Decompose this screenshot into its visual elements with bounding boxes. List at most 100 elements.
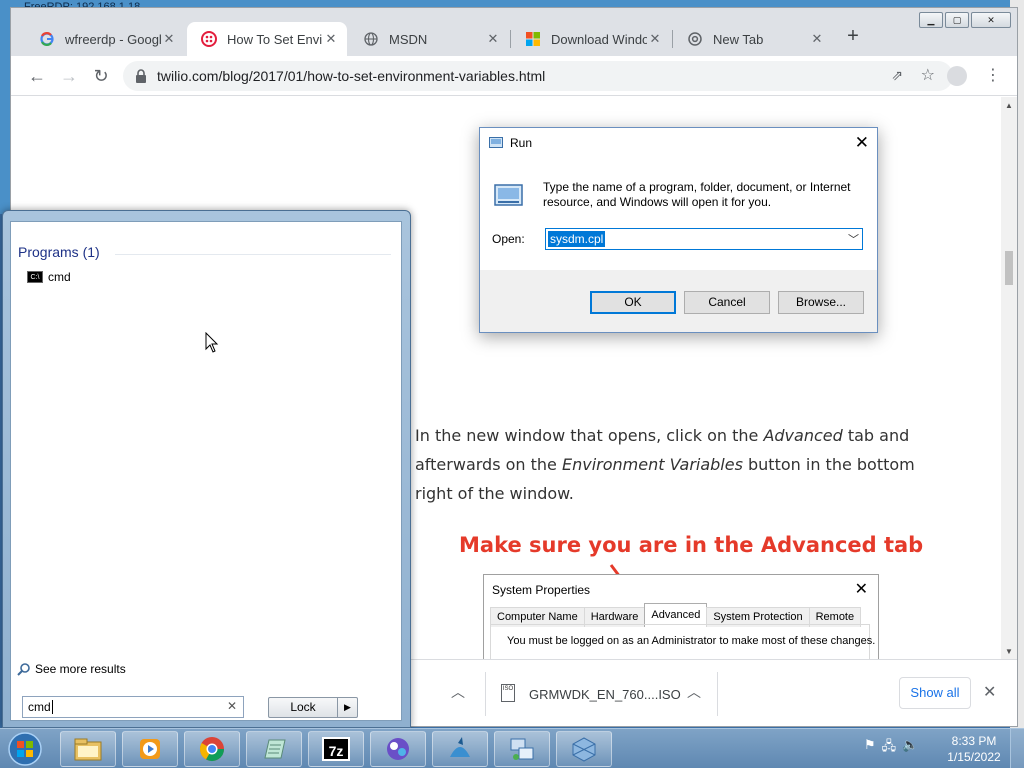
start-search-input[interactable]: cmd ✕ (22, 696, 244, 718)
mouse-cursor-icon (205, 332, 219, 353)
ok-button[interactable]: OK (590, 291, 676, 314)
show-all-button[interactable]: Show all (899, 677, 971, 709)
iso-file-icon: ISO (501, 684, 515, 702)
system-properties-screenshot: System Properties ✕ Computer Name Hardwa… (483, 574, 879, 659)
cancel-button[interactable]: Cancel (684, 291, 770, 314)
run-title: Run (510, 136, 533, 150)
emphasis-advanced: Advanced (763, 426, 843, 445)
7zip-icon[interactable]: 7z (308, 731, 364, 767)
divider (115, 254, 391, 255)
clock-date[interactable]: 1/15/2022 (944, 750, 1004, 764)
explorer-icon[interactable] (60, 731, 116, 767)
lock-icon (136, 69, 146, 83)
tab-msdn[interactable]: MSDN ✕ (349, 22, 509, 56)
network-tool-icon[interactable] (494, 731, 550, 767)
tab-label: MSDN (389, 31, 428, 47)
divider (485, 672, 486, 716)
tab-strip: wfreerdp - Google ✕ How To Set Enviro ✕ … (11, 8, 1017, 56)
search-icon (17, 663, 30, 676)
chevron-up-icon[interactable]: ︿ (687, 682, 701, 702)
browser-toolbar: ← → ↻ twilio.com/blog/2017/01/how-to-set… (11, 56, 1017, 96)
tab-label: How To Set Enviro (227, 31, 323, 47)
close-icon[interactable]: ✕ (485, 31, 501, 47)
close-icon[interactable]: ✕ (161, 31, 177, 47)
back-arrow-icon[interactable]: ← (25, 64, 49, 88)
tab-new-tab[interactable]: New Tab ✕ (673, 22, 833, 56)
system-properties-title: System Properties (492, 583, 591, 597)
microsoft-icon (525, 31, 541, 47)
download-file-name[interactable]: GRMWDK_EN_760....ISO (529, 687, 681, 702)
clear-icon[interactable]: ✕ (227, 699, 237, 713)
program-label: cmd (48, 270, 71, 284)
divider (717, 672, 718, 716)
run-footer: OK Cancel Browse... (480, 270, 877, 332)
notepad-icon[interactable] (246, 731, 302, 767)
open-input-value[interactable]: sysdm.cpl (548, 231, 606, 247)
start-menu: Programs (1) C:\ cmd See more results cm… (2, 210, 411, 728)
close-icon[interactable]: ✕ (809, 31, 825, 47)
package-icon[interactable] (556, 731, 612, 767)
close-icon: ✕ (854, 581, 868, 598)
action-center-flag-icon[interactable]: ⚑ (864, 737, 876, 759)
share-icon[interactable]: ⇗ (891, 67, 903, 84)
reload-icon[interactable]: ↻ (89, 64, 113, 88)
scroll-down-icon[interactable]: ▼ (1005, 647, 1013, 656)
lock-button[interactable]: Lock ▶ (268, 697, 358, 718)
close-icon[interactable]: ✕ (647, 31, 663, 47)
desktop-background (0, 14, 10, 214)
browse-button[interactable]: Browse... (778, 291, 864, 314)
run-titlebar[interactable]: Run ✕ (480, 128, 877, 158)
app-icon[interactable] (370, 731, 426, 767)
windows-start-orb-icon[interactable] (6, 731, 44, 767)
run-dialog: Run ✕ Type the name of a program, folder… (479, 127, 878, 333)
minimize-icon[interactable]: ▁ (919, 12, 943, 28)
bookmark-star-icon[interactable]: ☆ (921, 65, 935, 85)
tab-label: Download Windo (551, 31, 647, 47)
forward-arrow-icon[interactable]: → (57, 64, 81, 88)
close-icon[interactable]: ✕ (983, 682, 996, 702)
chrome-icon[interactable] (184, 731, 240, 767)
text-fragment: In the new window that opens, click on t… (415, 426, 764, 445)
lock-label: Lock (290, 700, 316, 714)
globe-icon (363, 31, 379, 47)
volume-icon[interactable]: 🔈 (902, 737, 918, 759)
chevron-down-icon[interactable]: ﹀ (848, 231, 859, 247)
emphasis-env-vars: Environment Variables (561, 455, 743, 474)
window-close-icon[interactable]: ✕ (971, 12, 1011, 28)
scroll-thumb[interactable] (1005, 251, 1013, 285)
scroll-up-icon[interactable]: ▲ (1005, 101, 1013, 110)
tab-how-to-set-env[interactable]: How To Set Enviro ✕ (187, 22, 347, 56)
see-more-label: See more results (35, 662, 126, 676)
tab-download-windows[interactable]: Download Windo ✕ (511, 22, 671, 56)
open-combobox[interactable]: sysdm.cpl ﹀ (545, 228, 863, 250)
tab-wfreerdp[interactable]: wfreerdp - Google ✕ (25, 22, 185, 56)
media-player-icon[interactable] (122, 731, 178, 767)
run-program-icon (494, 184, 523, 206)
tab-label: wfreerdp - Google (65, 31, 161, 47)
network-icon[interactable]: 🖧 (882, 737, 897, 759)
close-icon[interactable]: ✕ (323, 31, 339, 47)
taskbar: 7z ⚑ 🖧 🔈 8:33 PM 1/15/2022 (0, 728, 1024, 768)
show-desktop-button[interactable] (1010, 729, 1024, 768)
wireshark-icon[interactable] (432, 731, 488, 767)
program-item-cmd[interactable]: C:\ cmd (27, 270, 71, 284)
maximize-icon[interactable]: ▢ (945, 12, 969, 28)
kebab-menu-icon[interactable]: ⋮ (981, 64, 1005, 88)
new-tab-plus-icon[interactable]: + (843, 26, 863, 47)
search-value: cmd (28, 700, 51, 714)
page-scrollbar[interactable]: ▲ ▼ (1001, 97, 1017, 659)
address-bar[interactable]: twilio.com/blog/2017/01/how-to-set-envir… (123, 61, 953, 91)
chevron-up-icon[interactable]: ︿ (451, 682, 465, 702)
close-icon[interactable]: ✕ (855, 133, 869, 153)
see-more-results-link[interactable]: See more results (17, 662, 126, 676)
window-controls: ▁ ▢ ✕ (919, 12, 1011, 28)
power-options-arrow-icon[interactable]: ▶ (337, 698, 357, 717)
run-icon (489, 137, 503, 148)
system-tray: ⚑ 🖧 🔈 (864, 737, 918, 759)
chrome-icon (687, 31, 703, 47)
clock-time[interactable]: 8:33 PM (950, 734, 998, 748)
profile-icon[interactable] (947, 66, 967, 86)
google-g-icon (39, 31, 55, 47)
tab-label: New Tab (713, 31, 764, 47)
text-caret (52, 700, 53, 714)
